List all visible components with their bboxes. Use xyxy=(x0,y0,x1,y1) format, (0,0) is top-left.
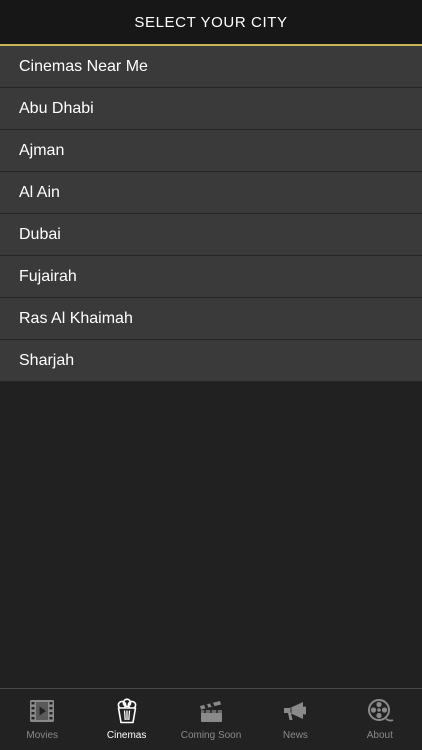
clapperboard-icon xyxy=(197,697,225,725)
page-title: SELECT YOUR CITY xyxy=(134,13,288,31)
tab-cinemas[interactable]: Cinemas xyxy=(84,689,168,750)
tab-news-label: News xyxy=(282,730,308,741)
tab-news[interactable]: News xyxy=(253,689,337,750)
film-reel-icon xyxy=(366,697,394,725)
tab-cinemas-label: Cinemas xyxy=(106,730,147,741)
tab-bar: Movies Cinemas Coming Soon News About xyxy=(0,688,422,750)
city-item-dubai[interactable]: Dubai xyxy=(0,214,422,256)
megaphone-icon xyxy=(281,697,309,725)
city-item-abu-dhabi[interactable]: Abu Dhabi xyxy=(0,88,422,130)
city-item-sharjah[interactable]: Sharjah xyxy=(0,340,422,382)
city-item-ajman[interactable]: Ajman xyxy=(0,130,422,172)
navigation-header: SELECT YOUR CITY xyxy=(0,0,422,44)
tab-coming-soon[interactable]: Coming Soon xyxy=(169,689,253,750)
tab-about-label: About xyxy=(366,730,393,741)
city-item-cinemas-near-me[interactable]: Cinemas Near Me xyxy=(0,46,422,88)
tab-movies-label: Movies xyxy=(26,730,59,741)
tab-about[interactable]: About xyxy=(338,689,422,750)
city-item-fujairah[interactable]: Fujairah xyxy=(0,256,422,298)
city-list: Cinemas Near Me Abu Dhabi Ajman Al Ain D… xyxy=(0,46,422,382)
city-item-al-ain[interactable]: Al Ain xyxy=(0,172,422,214)
tab-movies[interactable]: Movies xyxy=(0,689,84,750)
app-screen: SELECT YOUR CITY Cinemas Near Me Abu Dha… xyxy=(0,0,422,750)
popcorn-icon xyxy=(113,697,141,725)
city-item-ras-al-khaimah[interactable]: Ras Al Khaimah xyxy=(0,298,422,340)
tab-coming-soon-label: Coming Soon xyxy=(180,730,242,741)
film-strip-icon xyxy=(28,697,56,725)
